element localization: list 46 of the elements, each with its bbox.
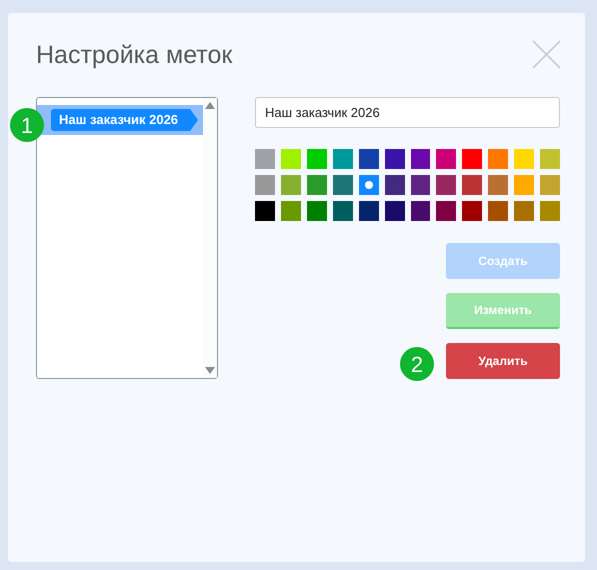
tag-chip: Наш заказчик 2026 [51,109,198,131]
color-swatch[interactable] [514,201,534,221]
color-swatch[interactable] [540,201,560,221]
color-swatch[interactable] [384,175,405,195]
color-swatch[interactable] [488,201,508,221]
color-swatch[interactable] [255,201,275,221]
scroll-up-icon[interactable] [205,102,215,109]
color-swatch[interactable] [384,201,405,221]
color-swatch[interactable] [332,201,353,221]
color-swatch[interactable] [410,201,430,221]
color-swatch[interactable] [514,149,534,169]
color-swatch[interactable] [358,149,379,169]
color-swatch[interactable] [462,149,482,169]
color-swatch[interactable] [332,149,353,169]
tag-name-field[interactable]: Наш заказчик 2026 [255,97,560,128]
tag-list-item[interactable]: Наш заказчик 2026 [37,105,203,135]
number-badge: 2 [400,347,434,381]
dialog-title: Настройка меток [36,40,232,70]
color-swatch[interactable] [410,175,430,195]
color-swatch[interactable] [462,175,482,195]
color-swatch[interactable] [255,149,275,169]
color-swatch[interactable] [280,149,301,169]
number-badge: 1 [10,108,44,142]
color-swatch[interactable] [488,175,508,195]
color-swatch[interactable] [306,175,327,195]
scrollbar[interactable] [203,98,217,378]
color-swatch[interactable] [358,201,379,221]
color-swatch[interactable] [306,149,327,169]
color-swatch[interactable] [462,201,482,221]
color-swatch[interactable] [514,175,534,195]
color-swatch[interactable] [436,175,456,195]
color-swatch[interactable] [255,175,275,195]
scroll-down-icon[interactable] [205,367,215,374]
color-swatch[interactable] [332,175,353,195]
color-swatch[interactable] [280,201,301,221]
color-swatch[interactable] [540,149,560,169]
color-swatch[interactable] [488,149,508,169]
color-swatch[interactable] [384,149,405,169]
color-swatch[interactable] [306,201,327,221]
color-swatch[interactable] [436,201,456,221]
color-swatch[interactable] [358,175,379,195]
color-swatch[interactable] [436,149,456,169]
delete-button[interactable]: Удалить [446,343,560,379]
color-swatch[interactable] [540,175,560,195]
color-swatch[interactable] [280,175,301,195]
color-swatch[interactable] [410,149,430,169]
